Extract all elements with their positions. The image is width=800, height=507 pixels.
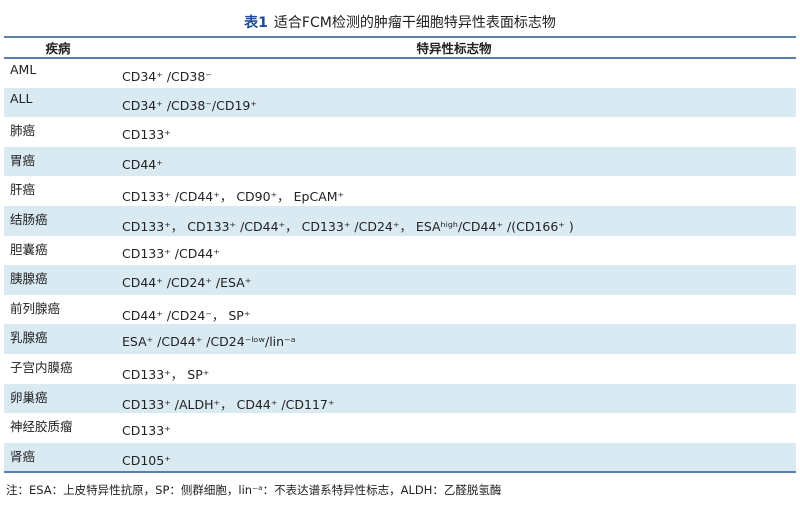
markers-cell: CD133⁺ /CD44⁺， CD90⁺， EpCAM⁺ <box>122 189 345 205</box>
page: 表1 适合FCM检测的肿瘤干细胞特异性表面标志物 疾病 特异性标志物 AML CD3… <box>0 0 800 507</box>
markers-cell: CD44⁺ /CD24⁺ /ESA⁺ <box>122 275 252 291</box>
disease-cell: 前列腺癌 <box>10 300 61 316</box>
markers-cell: CD133⁺， SP⁺ <box>122 366 210 382</box>
marker-table: 疾病 特异性标志物 AML CD34⁺ /CD38⁻ ALL CD34⁺ /CD38… <box>4 36 796 474</box>
header-disease: 疾病 <box>4 36 112 59</box>
header-markers: 特异性标志物 <box>112 36 796 59</box>
table-footnote: 注：ESA：上皮特异性抗原，SP：侧群细胞，lin⁻ᵃ：不表达谱系特异性标志，A… <box>6 483 502 497</box>
disease-cell: ALL <box>10 90 33 106</box>
table-row: AML CD34⁺ /CD38⁻ <box>4 58 796 88</box>
table-row: 胰腺癌 CD44⁺ /CD24⁺ /ESA⁺ <box>4 265 796 295</box>
table-row: 结肠癌 CD133⁺， CD133⁺ /CD44⁺， CD133⁺ /CD24⁺，… <box>4 205 796 236</box>
table-row: 乳腺癌 ESA⁺ /CD44⁺ /CD24⁻ˡᵒʷ/lin⁻ᵃ <box>4 324 796 354</box>
disease-cell: 神经胶质瘤 <box>10 419 73 435</box>
markers-cell: CD133⁺， CD133⁺ /CD44⁺， CD133⁺ /CD24⁺， ES… <box>122 218 574 234</box>
table-caption: 表1 适合FCM检测的肿瘤干细胞特异性表面标志物 <box>0 12 800 32</box>
table-row: 子宫内膜癌 CD133⁺， SP⁺ <box>4 354 796 384</box>
table-row: 前列腺癌 CD44⁺ /CD24⁻， SP⁺ <box>4 295 796 325</box>
disease-cell: AML <box>10 62 37 77</box>
table-row: ALL CD34⁺ /CD38⁻/CD19⁺ <box>4 87 796 118</box>
markers-cell: CD34⁺ /CD38⁻ <box>122 69 212 84</box>
disease-cell: 结肠癌 <box>10 211 48 227</box>
table-row: 胆囊癌 CD133⁺ /CD44⁺ <box>4 236 796 266</box>
table-row: 胃癌 CD44⁺ <box>4 146 796 177</box>
table-title: 适合FCM检测的肿瘤干细胞特异性表面标志物 <box>273 15 556 31</box>
markers-cell: CD133⁺ <box>122 127 171 143</box>
markers-cell: ESA⁺ /CD44⁺ /CD24⁻ˡᵒʷ/lin⁻ᵃ <box>122 334 296 350</box>
disease-cell: 肝癌 <box>10 182 36 198</box>
disease-cell: 肺癌 <box>10 123 36 139</box>
table-header-row: 疾病 特异性标志物 <box>4 36 796 59</box>
disease-cell: 胆囊癌 <box>10 241 48 257</box>
table-row: 肺癌 CD133⁺ <box>4 117 796 147</box>
table-row: 卵巢癌 CD133⁺ /ALDH⁺， CD44⁺ /CD117⁺ <box>4 383 796 414</box>
markers-cell: CD133⁺ /ALDH⁺， CD44⁺ /CD117⁺ <box>122 396 335 412</box>
markers-cell: CD105⁺ <box>112 442 796 474</box>
markers-cell: CD44⁺ <box>122 156 163 172</box>
markers-cell: CD133⁺ <box>122 423 171 439</box>
disease-cell: 子宫内膜癌 <box>10 359 73 375</box>
disease-cell: 乳腺癌 <box>10 330 48 346</box>
table-row: 肝癌 CD133⁺ /CD44⁺， CD90⁺， EpCAM⁺ <box>4 176 796 206</box>
disease-cell: 胃癌 <box>10 152 36 168</box>
table-number: 表1 <box>244 15 268 31</box>
markers-cell: CD133⁺ /CD44⁺ <box>122 245 220 261</box>
table-row: 神经胶质瘤 CD133⁺ <box>4 413 796 443</box>
disease-cell: 肾癌 <box>4 442 112 474</box>
markers-cell: CD44⁺ /CD24⁻， SP⁺ <box>122 307 251 323</box>
table-row: 肾癌 CD105⁺ <box>4 442 796 474</box>
disease-cell: 卵巢癌 <box>10 389 48 405</box>
markers-cell: CD34⁺ /CD38⁻/CD19⁺ <box>122 97 257 113</box>
disease-cell: 胰腺癌 <box>10 271 48 287</box>
